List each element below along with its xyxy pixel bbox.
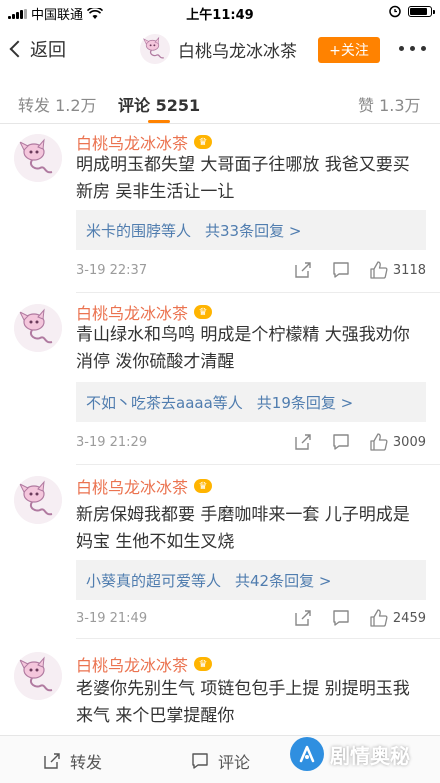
thumbs-up-icon bbox=[370, 261, 388, 279]
share-icon[interactable] bbox=[293, 608, 313, 628]
comment-item: 白桃乌龙冰冰茶 ♛ 老婆你先别生气 项链包包手上提 别提明玉我 来气 来个巴掌提… bbox=[0, 642, 440, 735]
status-right bbox=[388, 4, 435, 18]
tab-likes[interactable]: 赞 1.3万 bbox=[358, 92, 421, 116]
comment-line: 来气 来个巴掌提醒你 bbox=[76, 706, 235, 726]
comment-icon[interactable] bbox=[331, 260, 351, 280]
comment-icon[interactable] bbox=[331, 432, 351, 452]
status-bar: 中国联通 上午11:49 bbox=[0, 0, 440, 24]
like-count: 2459 bbox=[392, 610, 426, 626]
back-button[interactable]: 返回 bbox=[9, 36, 66, 62]
avatar[interactable] bbox=[14, 476, 62, 524]
comment-username[interactable]: 白桃乌龙冰冰茶 ♛ bbox=[76, 300, 213, 324]
comment-meta: 3-19 21:29 3009 bbox=[76, 432, 426, 454]
thumbs-up-icon bbox=[370, 433, 388, 451]
tab-indicator bbox=[148, 120, 170, 123]
comment-line: 青山绿水和鸟鸣 明成是个柠檬精 大强我劝你 bbox=[76, 325, 410, 345]
nav-bar: 返回 白桃乌龙冰冰茶 +关注 bbox=[0, 24, 440, 76]
back-label: 返回 bbox=[30, 40, 66, 61]
status-time: 上午11:49 bbox=[186, 8, 254, 23]
battery-icon bbox=[408, 5, 435, 17]
share-icon[interactable] bbox=[293, 432, 313, 452]
like-button[interactable]: 3118 bbox=[369, 260, 426, 280]
comment-username-text: 白桃乌龙冰冰茶 bbox=[76, 134, 189, 153]
reply-summary[interactable]: 米卡的围脖等人 共33条回复 > bbox=[76, 210, 426, 250]
comment-line: 老婆你先别生气 项链包包手上提 别提明玉我 bbox=[76, 679, 410, 699]
comment-username-text: 白桃乌龙冰冰茶 bbox=[76, 478, 189, 497]
reply-count: 共33条回复 > bbox=[205, 221, 302, 240]
comment-username-text: 白桃乌龙冰冰茶 bbox=[76, 656, 189, 675]
reply-summary[interactable]: 不如丶吃茶去aaaa等人 共19条回复 > bbox=[76, 382, 426, 422]
comment-line: 消停 泼你硫酸才清醒 bbox=[76, 352, 235, 372]
vip-badge-icon: ♛ bbox=[194, 305, 213, 319]
page-title: 白桃乌龙冰冰茶 bbox=[178, 41, 297, 62]
reply-users: 小葵真的超可爱等人 bbox=[86, 571, 222, 590]
comment-line: 明成明玉都失望 大哥面子往哪放 我爸又要买 bbox=[76, 155, 410, 175]
comment-meta: 3-19 21:49 2459 bbox=[76, 608, 426, 630]
like-button[interactable]: 2459 bbox=[369, 608, 426, 628]
comment-line: 新房 吴非生活让一让 bbox=[76, 182, 235, 202]
avatar[interactable] bbox=[14, 304, 62, 352]
comment-text: 老婆你先别生气 项链包包手上提 别提明玉我 来气 来个巴掌提醒你 bbox=[76, 676, 426, 730]
thumbs-up-icon bbox=[370, 609, 388, 627]
comment-line: 妈宝 生他不如生叉烧 bbox=[76, 532, 235, 552]
comment-time: 3-19 21:29 bbox=[76, 435, 148, 450]
tab-repost[interactable]: 转发 1.2万 bbox=[18, 92, 97, 116]
comment-icon bbox=[192, 753, 208, 769]
user-avatar-icon bbox=[140, 34, 170, 64]
avatar[interactable] bbox=[14, 134, 62, 182]
comment-time: 3-19 21:49 bbox=[76, 611, 148, 626]
reply-users: 不如丶吃茶去aaaa等人 bbox=[86, 393, 243, 412]
like-count: 3009 bbox=[392, 434, 426, 450]
tab-bar: 转发 1.2万 评论 5251 赞 1.3万 bbox=[0, 76, 440, 124]
mew-avatar-icon bbox=[14, 304, 62, 352]
reply-users: 米卡的围脖等人 bbox=[86, 221, 192, 240]
comment-button[interactable]: 评论 bbox=[190, 749, 250, 773]
reply-summary[interactable]: 小葵真的超可爱等人 共42条回复 > bbox=[76, 560, 426, 600]
alarm-icon bbox=[389, 5, 401, 18]
comment-item: 白桃乌龙冰冰茶 ♛ 青山绿水和鸟鸣 明成是个柠檬精 大强我劝你 消停 泼你硫酸才… bbox=[0, 294, 440, 465]
comment-username[interactable]: 白桃乌龙冰冰茶 ♛ bbox=[76, 130, 213, 154]
comment-item: 白桃乌龙冰冰茶 ♛ 明成明玉都失望 大哥面子往哪放 我爸又要买 新房 吴非生活让… bbox=[0, 124, 440, 294]
share-icon[interactable] bbox=[293, 260, 313, 280]
watermark-text: 剧情奥秘 bbox=[330, 743, 410, 768]
divider bbox=[76, 292, 440, 293]
comment-username[interactable]: 白桃乌龙冰冰茶 ♛ bbox=[76, 652, 213, 676]
chevron-left-icon bbox=[9, 40, 27, 58]
reply-count: 共42条回复 > bbox=[235, 571, 332, 590]
repost-button[interactable]: 转发 bbox=[42, 749, 102, 773]
nav-user[interactable]: 白桃乌龙冰冰茶 bbox=[140, 34, 297, 64]
vip-badge-icon: ♛ bbox=[194, 135, 213, 149]
like-button[interactable]: 3009 bbox=[369, 432, 426, 452]
comment-text: 新房保姆我都要 手磨咖啡来一套 儿子明成是 妈宝 生他不如生叉烧 bbox=[76, 502, 426, 556]
comment-time: 3-19 22:37 bbox=[76, 263, 148, 278]
comment-text: 明成明玉都失望 大哥面子往哪放 我爸又要买 新房 吴非生活让一让 bbox=[76, 152, 426, 206]
comment-meta: 3-19 22:37 3118 bbox=[76, 260, 426, 282]
follow-button[interactable]: +关注 bbox=[318, 37, 380, 63]
avatar[interactable] bbox=[14, 652, 62, 700]
divider bbox=[76, 638, 440, 639]
like-count: 3118 bbox=[392, 262, 426, 278]
repost-label: 转发 bbox=[70, 753, 103, 772]
comment-item: 白桃乌龙冰冰茶 ♛ 新房保姆我都要 手磨咖啡来一套 儿子明成是 妈宝 生他不如生… bbox=[0, 466, 440, 639]
comment-text: 青山绿水和鸟鸣 明成是个柠檬精 大强我劝你 消停 泼你硫酸才清醒 bbox=[76, 322, 426, 376]
more-options-icon[interactable] bbox=[399, 46, 426, 51]
comment-username-text: 白桃乌龙冰冰茶 bbox=[76, 304, 189, 323]
vip-badge-icon: ♛ bbox=[194, 479, 213, 493]
vip-badge-icon: ♛ bbox=[194, 657, 213, 671]
watermark-logo-icon bbox=[290, 737, 324, 771]
divider bbox=[76, 464, 440, 465]
comment-username[interactable]: 白桃乌龙冰冰茶 ♛ bbox=[76, 474, 213, 498]
reply-count: 共19条回复 > bbox=[256, 393, 354, 412]
comment-line: 新房保姆我都要 手磨咖啡来一套 儿子明成是 bbox=[76, 505, 410, 525]
tab-comments[interactable]: 评论 5251 bbox=[118, 92, 200, 116]
comment-icon[interactable] bbox=[331, 608, 351, 628]
watermark: 剧情奥秘 bbox=[290, 737, 410, 771]
mew-avatar-icon bbox=[14, 134, 62, 182]
repost-icon bbox=[44, 753, 60, 769]
mew-avatar-icon bbox=[14, 476, 62, 524]
mew-avatar-icon bbox=[14, 652, 62, 700]
comment-label: 评论 bbox=[218, 753, 251, 772]
